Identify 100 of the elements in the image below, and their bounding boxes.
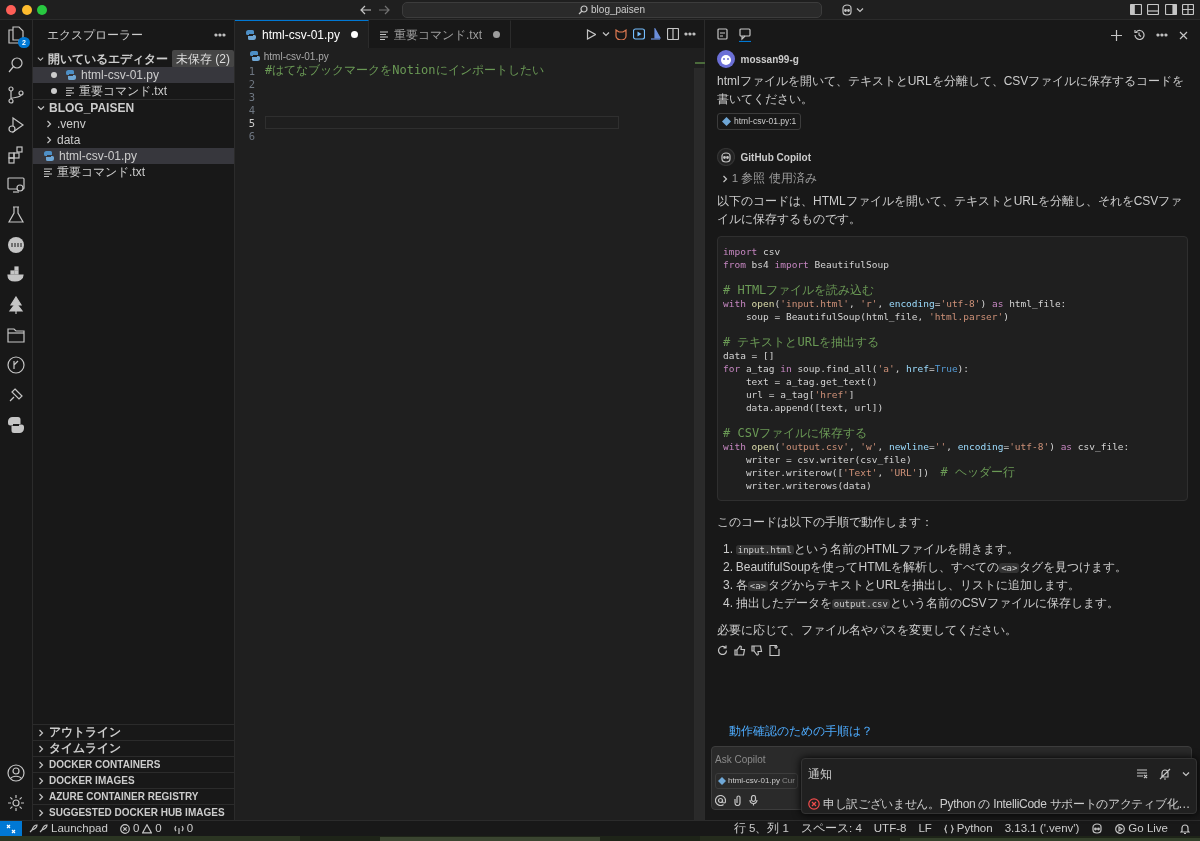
suggestion-link[interactable]: 動作確認のための手順は？ <box>717 722 885 746</box>
file-row[interactable]: .venv <box>33 116 234 132</box>
remote-button[interactable] <box>0 820 22 837</box>
file-context-chip[interactable]: html-csv-01.py Cur <box>715 773 798 789</box>
python-icon[interactable] <box>7 416 25 435</box>
section-title[interactable]: DOCKER IMAGES <box>49 773 135 788</box>
language-mode-button[interactable]: Python <box>937 819 999 838</box>
attach-icon[interactable] <box>731 794 743 806</box>
chat-icon[interactable] <box>739 28 751 42</box>
status-item[interactable]: 行 5、列 1 <box>727 819 795 838</box>
bell-slash-icon[interactable] <box>1159 768 1171 780</box>
split-editor-icon[interactable] <box>666 28 679 40</box>
folder-chevron-icon[interactable] <box>45 136 53 144</box>
plus-icon[interactable] <box>1111 29 1122 41</box>
chevron-icon[interactable] <box>37 760 45 769</box>
section-title[interactable]: 開いているエディター <box>48 49 168 68</box>
copilot-icon[interactable] <box>839 3 854 16</box>
chevron-icon[interactable] <box>37 744 45 753</box>
go-live-button[interactable]: Go Live <box>1109 819 1174 838</box>
chevron-icon[interactable] <box>1182 770 1190 778</box>
more-icon[interactable] <box>214 33 226 37</box>
close-window-button[interactable] <box>6 4 16 15</box>
file-row[interactable]: 重要コマンド.txt <box>33 164 234 180</box>
status-item[interactable]: LF <box>912 819 938 838</box>
insert-icon[interactable] <box>768 644 780 656</box>
forward-arrow-icon[interactable] <box>377 4 390 15</box>
chevron-icon[interactable] <box>37 792 45 801</box>
toggle-sidebar-icon[interactable] <box>1129 4 1142 15</box>
git-graph-icon[interactable] <box>7 356 25 375</box>
list-number: 1. <box>723 540 733 558</box>
back-arrow-icon[interactable] <box>360 4 372 15</box>
file-row[interactable]: 重要コマンド.txt <box>33 83 234 99</box>
file-row[interactable]: html-csv-01.py <box>33 67 234 83</box>
search-icon <box>578 4 589 15</box>
source-control-icon[interactable] <box>7 86 25 105</box>
section-title[interactable]: AZURE CONTAINER REGISTRY <box>49 789 199 804</box>
chevron-icon[interactable] <box>37 728 45 737</box>
section-title[interactable]: タイムライン <box>49 739 121 758</box>
remote-explorer-icon[interactable] <box>7 176 25 195</box>
layout-icon[interactable] <box>1182 4 1194 15</box>
chevron-icon[interactable] <box>37 54 44 63</box>
command-search-field[interactable]: blog_paisen <box>401 1 822 18</box>
more-icon[interactable] <box>684 32 696 36</box>
status-item[interactable]: 3.13.1 ('.venv') <box>998 819 1086 838</box>
microphone-icon[interactable] <box>748 794 759 806</box>
thumbs-up-icon[interactable] <box>733 644 746 656</box>
run-icon[interactable] <box>586 28 596 40</box>
status-item[interactable]: UTF-8 <box>867 819 913 838</box>
caret-icon[interactable] <box>601 30 610 38</box>
section-title[interactable]: DOCKER CONTAINERS <box>49 757 161 772</box>
copilot-icon[interactable] <box>1091 823 1104 834</box>
chevron-icon[interactable] <box>721 175 729 183</box>
status-item[interactable]: スペース: 4 <box>795 819 868 838</box>
breadcrumb-item[interactable]: html-csv-01.py <box>235 48 329 64</box>
mention-icon[interactable] <box>715 794 726 806</box>
history-icon[interactable] <box>1133 29 1145 41</box>
references-toggle[interactable]: 1 参照 使用済み <box>717 170 817 188</box>
cat-face-icon[interactable] <box>615 28 627 40</box>
notes-icon[interactable] <box>717 28 729 42</box>
clear-all-icon[interactable] <box>1136 769 1148 779</box>
close-icon[interactable] <box>1179 30 1188 40</box>
folder-chevron-icon[interactable] <box>45 120 53 128</box>
settings-icon[interactable] <box>7 794 25 812</box>
retry-icon[interactable] <box>717 644 728 656</box>
file-row[interactable]: html-csv-01.py <box>33 148 234 164</box>
rocket-icon <box>28 823 48 834</box>
section-title[interactable]: BLOG_PAISEN <box>49 99 135 117</box>
chevron-icon[interactable] <box>37 808 45 817</box>
file-reference-chip[interactable]: html-csv-01.py:1 <box>717 113 802 130</box>
launchpad-button[interactable]: Launchpad <box>22 819 114 838</box>
run-debug-icon[interactable] <box>7 116 25 135</box>
thumbs-down-icon[interactable] <box>751 644 763 656</box>
caret-icon[interactable] <box>856 5 865 14</box>
files-icon[interactable] <box>7 26 25 45</box>
toggle-panel-icon[interactable] <box>1147 4 1159 15</box>
bell-icon[interactable] <box>1180 823 1190 834</box>
minimize-window-button[interactable] <box>21 4 32 15</box>
account-icon[interactable] <box>7 764 25 782</box>
chevron-icon[interactable] <box>37 776 45 785</box>
folder-icon[interactable] <box>7 326 25 345</box>
chevron-icon[interactable] <box>37 104 45 112</box>
whale-icon[interactable] <box>7 266 25 285</box>
editor-tab[interactable]: 重要コマンド.txt <box>369 20 512 48</box>
search-icon[interactable] <box>7 56 25 75</box>
more-icon[interactable] <box>1156 33 1168 37</box>
toggle-secondary-sidebar-icon[interactable] <box>1164 4 1177 15</box>
play-box-icon[interactable] <box>632 28 645 40</box>
tree-icon[interactable] <box>7 296 25 315</box>
ports-button[interactable]: 0 <box>167 819 200 838</box>
zoom-window-button[interactable] <box>37 4 47 15</box>
flask-icon[interactable] <box>7 206 25 225</box>
section-title[interactable]: SUGGESTED DOCKER HUB IMAGES <box>49 805 225 820</box>
sail-icon[interactable] <box>650 28 661 40</box>
section-title[interactable]: アウトライン <box>49 723 121 742</box>
extensions-icon[interactable] <box>7 146 25 165</box>
editor-tab[interactable]: html-csv-01.py <box>235 20 370 48</box>
code-line: data.append([text, url]) <box>744 400 885 414</box>
problems-button[interactable]: 0 0 <box>113 819 168 838</box>
json-icon[interactable] <box>7 236 25 255</box>
file-row[interactable]: data <box>33 132 234 148</box>
